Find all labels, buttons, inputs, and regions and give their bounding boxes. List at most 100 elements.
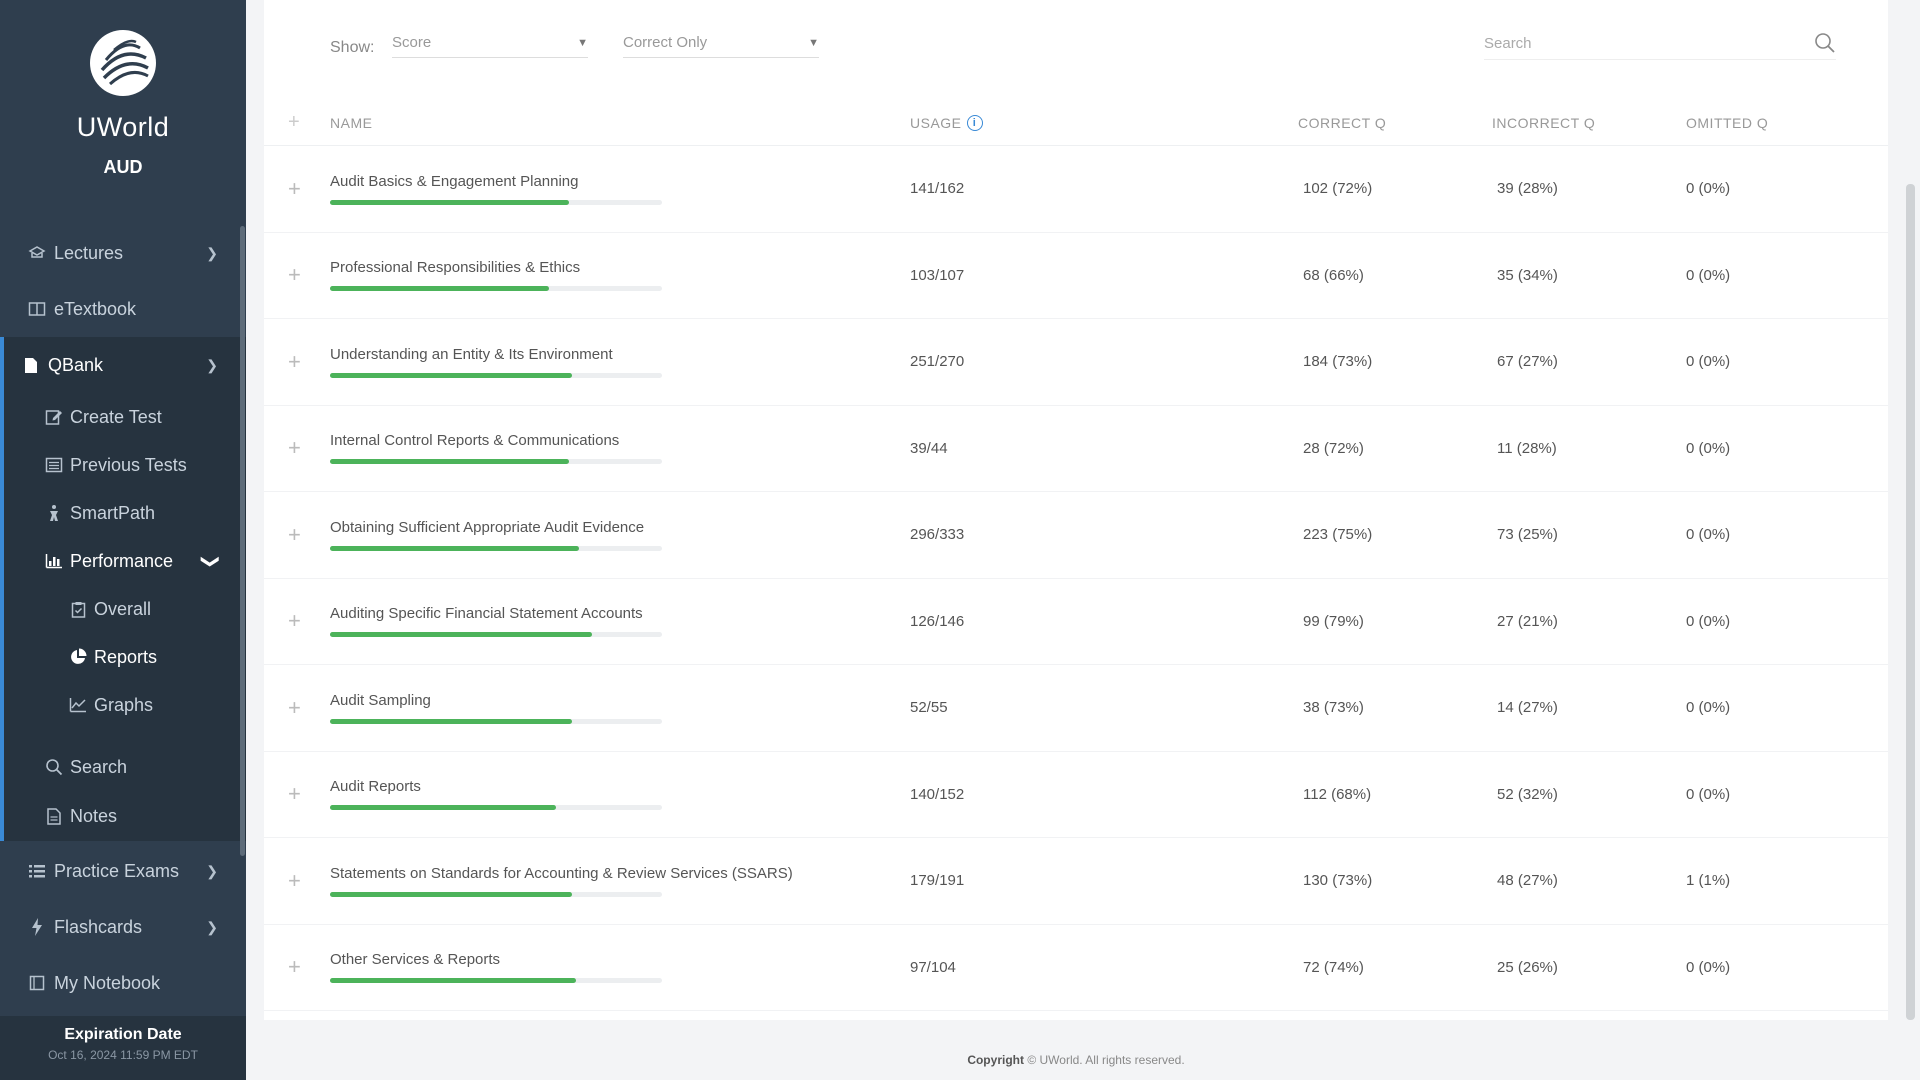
- correct-cell: 130 (73%): [1303, 872, 1373, 890]
- sidebar-item-label: SmartPath: [70, 502, 156, 523]
- sidebar-item-qbank[interactable]: QBank ❯: [4, 337, 246, 393]
- header-name[interactable]: NAME: [330, 115, 910, 131]
- expiration-panel: Expiration Date Oct 16, 2024 11:59 PM ED…: [0, 1016, 246, 1080]
- sidebar-item-lectures[interactable]: Lectures ❯: [0, 225, 246, 281]
- sidebar-item-etextbook[interactable]: eTextbook: [0, 281, 246, 337]
- sidebar-item-label: Overall: [94, 598, 152, 619]
- topic-name: Other Services & Reports: [330, 951, 501, 969]
- sidebar-item-search[interactable]: Search: [4, 743, 246, 791]
- sidebar-item-previous-tests[interactable]: Previous Tests: [4, 441, 246, 489]
- smartpath-icon: [44, 504, 64, 522]
- usage-cell: 251/270: [910, 353, 965, 371]
- notebook-icon: [26, 975, 48, 991]
- caret-down-icon: ▼: [577, 37, 588, 49]
- search-box: [1484, 28, 1836, 60]
- sidebar-item-graphs[interactable]: Graphs: [4, 681, 246, 729]
- sidebar-item-smartpath[interactable]: SmartPath: [4, 489, 246, 537]
- expand-row-icon[interactable]: +: [264, 435, 330, 461]
- topic-name: Obtaining Sufficient Appropriate Audit E…: [330, 518, 645, 536]
- search-icon[interactable]: [1814, 32, 1836, 59]
- header-omitted[interactable]: OMITTED Q: [1686, 115, 1866, 131]
- table-row[interactable]: + Auditing Specific Financial Statement A…: [264, 579, 1888, 665]
- report-table: + NAME USAGE i CORRECT Q INCORRECT Q OMI…: [264, 100, 1888, 1011]
- sidebar-item-overall[interactable]: Overall: [4, 585, 246, 633]
- show-label: Show:: [330, 39, 375, 56]
- table-row[interactable]: + Statements on Standards for Accounting …: [264, 838, 1888, 925]
- correct-cell: 112 (68%): [1303, 785, 1372, 803]
- progress-bar: [330, 199, 662, 205]
- sidebar-item-label: Previous Tests: [70, 454, 187, 475]
- sidebar-item-flashcards[interactable]: Flashcards ❯: [0, 899, 246, 955]
- topic-cell: Internal Control Reports & Communication…: [330, 432, 910, 465]
- table-row[interactable]: + Audit Reports 140/152 112 (68%) 52 (32%) 0 …: [264, 752, 1888, 838]
- header-incorrect[interactable]: INCORRECT Q: [1492, 115, 1686, 131]
- table-row[interactable]: + Obtaining Sufficient Appropriate Audit …: [264, 492, 1888, 579]
- expand-row-icon[interactable]: +: [264, 954, 330, 980]
- topic-name: Audit Sampling: [330, 691, 431, 709]
- info-icon[interactable]: i: [966, 114, 983, 131]
- book-icon: [26, 301, 48, 317]
- table-header: + NAME USAGE i CORRECT Q INCORRECT Q OMI…: [264, 100, 1888, 146]
- score-select[interactable]: Score ▼: [392, 34, 588, 58]
- expand-row-icon[interactable]: +: [264, 608, 330, 634]
- sidebar-item-create-test[interactable]: Create Test: [4, 393, 246, 441]
- sidebar-item-my-notebook[interactable]: My Notebook: [0, 955, 246, 1011]
- incorrect-cell: 39 (28%): [1497, 180, 1558, 198]
- sidebar-scrollbar[interactable]: [240, 226, 245, 856]
- usage-cell: 296/333: [910, 526, 965, 544]
- incorrect-cell: 27 (21%): [1497, 612, 1558, 630]
- table-row[interactable]: + Professional Responsibilities & Ethics 1…: [264, 233, 1888, 319]
- pie-chart-icon: [68, 648, 88, 666]
- progress-bar: [330, 805, 662, 811]
- omitted-cell: 0 (0%): [1686, 958, 1731, 976]
- sidebar-item-label: Reports: [94, 646, 158, 667]
- expand-row-icon[interactable]: +: [264, 781, 330, 807]
- topic-cell: Other Services & Reports: [330, 951, 910, 984]
- chevron-right-icon: ❯: [206, 918, 218, 935]
- progress-bar: [330, 718, 662, 724]
- filter-select[interactable]: Correct Only ▼: [623, 34, 819, 58]
- search-input[interactable]: [1484, 28, 1784, 58]
- expand-row-icon[interactable]: +: [264, 868, 330, 894]
- sidebar-item-reports[interactable]: Reports: [4, 633, 246, 681]
- omitted-cell: 0 (0%): [1686, 266, 1731, 284]
- expand-row-icon[interactable]: +: [264, 695, 330, 721]
- table-row[interactable]: + Audit Basics & Engagement Planning 141/1…: [264, 146, 1888, 233]
- topic-cell: Understanding an Entity & Its Environmen…: [330, 346, 910, 378]
- usage-cell: 52/55: [910, 699, 948, 717]
- table-row[interactable]: + Other Services & Reports 97/104 72 (74%) 2…: [264, 925, 1888, 1011]
- table-row[interactable]: + Internal Control Reports & Communicatio…: [264, 406, 1888, 492]
- chevron-right-icon: ❯: [206, 862, 218, 879]
- incorrect-cell: 67 (27%): [1497, 353, 1558, 371]
- qbank-section: QBank ❯ Create Test Previous Tests Smart…: [0, 337, 246, 841]
- main-scrollbar[interactable]: [1906, 184, 1915, 1020]
- topic-cell: Audit Reports: [330, 778, 910, 811]
- incorrect-cell: 11 (28%): [1497, 439, 1557, 457]
- progress-bar: [330, 459, 662, 465]
- usage-cell: 39/44: [910, 439, 948, 457]
- progress-bar: [330, 545, 662, 551]
- topic-name: Professional Responsibilities & Ethics: [330, 259, 581, 277]
- sidebar-item-practice-exams[interactable]: Practice Exams ❯: [0, 843, 246, 899]
- progress-bar-fill: [330, 545, 579, 551]
- table-row[interactable]: + Understanding an Entity & Its Environme…: [264, 319, 1888, 406]
- sidebar-item-notes[interactable]: Notes: [4, 791, 246, 841]
- table-row[interactable]: + Audit Sampling 52/55 38 (73%) 14 (27%) 0 (0…: [264, 665, 1888, 752]
- usage-cell: 97/104: [910, 958, 956, 976]
- expand-all-icon[interactable]: +: [264, 111, 330, 134]
- omitted-cell: 0 (0%): [1686, 180, 1731, 198]
- progress-bar-fill: [330, 632, 593, 638]
- expand-row-icon[interactable]: +: [264, 349, 330, 375]
- header-correct[interactable]: CORRECT Q: [1298, 115, 1492, 131]
- expand-row-icon[interactable]: +: [264, 176, 330, 202]
- expand-row-icon[interactable]: +: [264, 262, 330, 288]
- topic-name: Audit Reports: [330, 778, 421, 796]
- caret-down-icon: ▼: [808, 37, 819, 49]
- list-icon: [26, 863, 48, 879]
- header-usage[interactable]: USAGE i: [910, 114, 1298, 131]
- expand-row-icon[interactable]: +: [264, 522, 330, 548]
- omitted-cell: 0 (0%): [1686, 699, 1731, 717]
- sidebar-item-performance[interactable]: Performance ❯: [4, 537, 246, 585]
- sidebar-item-label: Flashcards: [54, 916, 143, 937]
- topic-cell: Auditing Specific Financial Statement Ac…: [330, 605, 910, 638]
